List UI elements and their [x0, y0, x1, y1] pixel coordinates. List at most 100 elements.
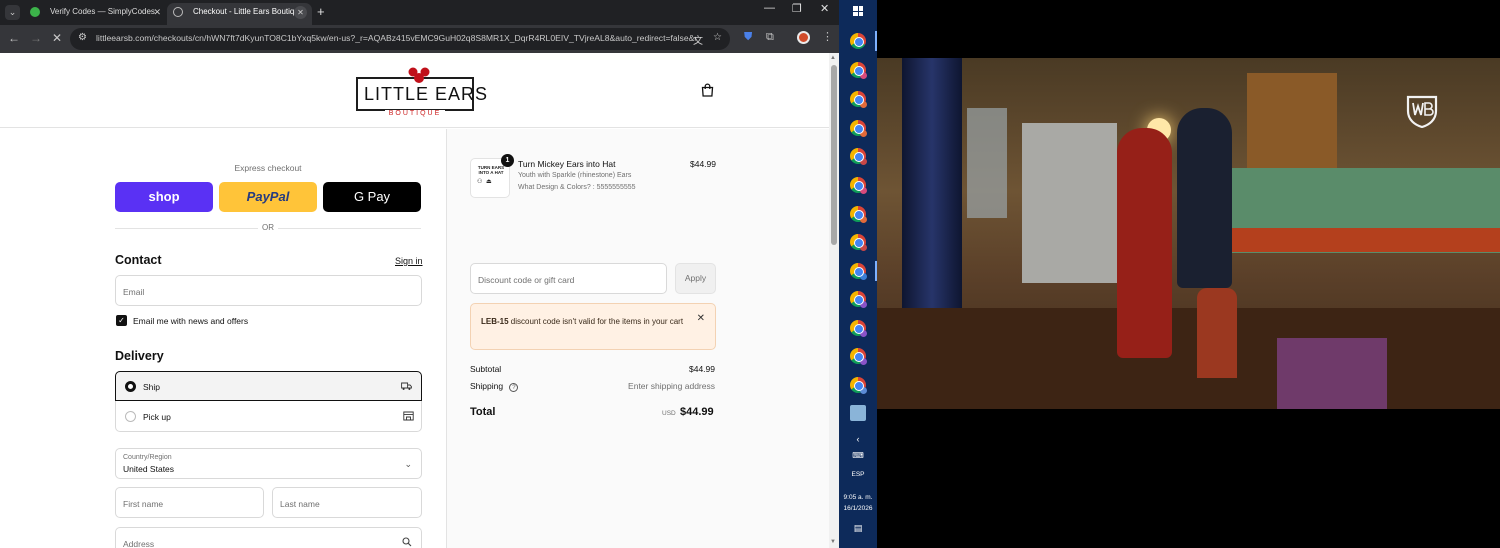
windows-taskbar: ‹ ⌨ ESP 9:05 a. m. 16/1/2026 ▤ — [839, 0, 877, 548]
video-frame[interactable] — [877, 58, 1500, 409]
scroll-down-icon[interactable]: ▼ — [830, 539, 836, 545]
radio-selected[interactable] — [125, 381, 136, 392]
tab-title: Checkout - Little Ears Boutique — [193, 7, 304, 16]
close-alert-icon[interactable]: ✕ — [697, 313, 705, 324]
paypal-button[interactable]: PayPal — [219, 182, 317, 212]
discount-placeholder: Discount code or gift card — [478, 275, 575, 285]
news-checkbox[interactable]: ✓ — [116, 315, 127, 326]
site-info-icon[interactable]: ⚙ — [78, 32, 87, 43]
first-name-field[interactable]: First name — [115, 487, 264, 518]
alert-code: LEB-15 — [481, 317, 509, 326]
chrome-profile-taskbar-icon[interactable] — [850, 348, 867, 365]
shop-pay-button[interactable]: shop — [115, 182, 213, 212]
tab-simplycodes[interactable]: Verify Codes — SimplyCodes ✕ — [24, 3, 169, 25]
forward-icon[interactable]: → — [30, 31, 42, 45]
scroll-up-icon[interactable]: ▲ — [830, 55, 836, 61]
chrome-profile-taskbar-icon[interactable] — [850, 234, 867, 251]
language-indicator[interactable]: ESP — [839, 471, 877, 478]
clock-date[interactable]: 16/1/2026 — [839, 505, 877, 512]
new-tab-icon[interactable]: + — [317, 4, 325, 20]
scene-window — [967, 108, 1007, 218]
app-taskbar-icon[interactable] — [850, 405, 866, 421]
touch-keyboard-icon[interactable]: ⌨ — [839, 451, 877, 460]
total-value: $44.99 — [680, 406, 714, 418]
extension-shield-icon[interactable]: ⛊ — [744, 31, 752, 44]
tab-checkout[interactable]: Checkout - Little Ears Boutique ✕ — [167, 3, 312, 25]
last-name-placeholder: Last name — [280, 499, 320, 509]
chrome-profile-taskbar-icon[interactable] — [850, 177, 867, 194]
contact-heading: Contact — [115, 253, 162, 267]
page-scrollbar[interactable]: ▲ ▼ — [829, 53, 839, 548]
shopping-bag-icon[interactable] — [701, 83, 714, 97]
google-pay-button[interactable]: G Pay — [323, 182, 421, 212]
help-icon[interactable]: ? — [509, 383, 519, 392]
or-separator: OR — [258, 223, 278, 232]
discount-code-field[interactable]: Discount code or gift card — [470, 263, 667, 294]
tab-strip: ⌄ Verify Codes — SimplyCodes ✕ Checkout … — [0, 0, 839, 25]
extensions-puzzle-icon[interactable]: ⧉ — [766, 31, 774, 44]
video-player[interactable] — [877, 0, 1500, 548]
stop-icon[interactable]: ✕ — [52, 31, 62, 45]
menu-kebab-icon[interactable]: ⋮ — [822, 30, 833, 43]
profile-avatar[interactable] — [797, 31, 810, 44]
chrome-profile-taskbar-icon[interactable] — [850, 62, 867, 79]
country-label: Country/Region — [123, 454, 172, 461]
chrome-profile-taskbar-icon[interactable] — [850, 320, 867, 337]
chrome-profile-taskbar-icon[interactable] — [850, 263, 867, 280]
scroll-thumb[interactable] — [831, 65, 837, 245]
scene-floor — [877, 308, 1500, 409]
ship-label: Ship — [143, 382, 161, 392]
apply-discount-button[interactable]: Apply — [675, 263, 716, 294]
shipping-value: Enter shipping address — [628, 381, 715, 391]
chrome-profile-taskbar-icon[interactable] — [850, 148, 867, 165]
express-checkout-title: Express checkout — [234, 163, 302, 173]
close-tab-icon[interactable]: ✕ — [294, 6, 307, 19]
back-icon[interactable]: ← — [8, 31, 20, 45]
country-select[interactable]: Country/Region United States ⌄ — [115, 448, 422, 479]
scene-person — [1117, 128, 1172, 358]
address-placeholder: Address — [123, 539, 155, 548]
translate-icon[interactable]: 文 — [693, 32, 703, 47]
scene-folders — [1277, 338, 1387, 409]
radio-unselected[interactable] — [125, 411, 136, 422]
sign-in-link[interactable]: Sign in — [395, 256, 423, 266]
show-hidden-icons-chevron-icon[interactable]: ‹ — [839, 434, 877, 444]
store-logo[interactable]: LITTLE EARS BOUTIQUE — [356, 67, 487, 117]
scene-person — [1177, 108, 1232, 288]
search-icon — [402, 537, 412, 547]
checkout-page: LITTLE EARS BOUTIQUE Express checkout sh… — [0, 53, 829, 548]
store-icon — [403, 411, 414, 421]
news-checkbox-label[interactable]: Email me with news and offers — [133, 316, 248, 326]
chrome-profile-taskbar-icon[interactable] — [850, 206, 867, 223]
close-window-icon[interactable]: ✕ — [820, 2, 829, 15]
alert-message: discount code isn't valid for the items … — [508, 317, 684, 326]
minimize-icon[interactable]: — — [764, 2, 775, 14]
last-name-field[interactable]: Last name — [272, 487, 422, 518]
close-tab-icon[interactable]: ✕ — [153, 3, 161, 21]
chrome-profile-taskbar-icon[interactable] — [850, 291, 867, 308]
address-field[interactable]: Address — [115, 527, 422, 548]
subtotal-value: $44.99 — [689, 364, 715, 374]
order-summary: TURN EARS INTO A HAT ⚇ ⏏ 1 Turn Mickey E… — [446, 129, 829, 548]
delivery-option-pickup[interactable]: Pick up — [116, 402, 423, 432]
email-placeholder: Email — [123, 287, 145, 297]
chrome-taskbar-icon[interactable] — [850, 33, 866, 49]
tab-search-icon[interactable]: ⌄ — [5, 5, 20, 20]
delivery-method-group: Ship Pick up — [115, 371, 422, 432]
clock-time[interactable]: 9:05 a. m. — [839, 494, 877, 501]
notifications-icon[interactable]: ▤ — [839, 523, 877, 534]
delivery-option-ship[interactable]: Ship — [115, 371, 422, 401]
url-text[interactable]: littleearsb.com/checkouts/cn/hWN7ft7dKyu… — [96, 33, 696, 43]
chrome-profile-taskbar-icon[interactable] — [850, 91, 867, 108]
restore-icon[interactable]: ❐ — [792, 2, 802, 15]
email-field[interactable]: Email — [115, 275, 422, 306]
chrome-profile-taskbar-icon[interactable] — [850, 120, 867, 137]
wb-tv-watermark-icon — [1406, 95, 1438, 128]
bookmark-star-icon[interactable]: ☆ — [713, 32, 722, 43]
address-bar[interactable]: ⚙ littleearsb.com/checkouts/cn/hWN7ft7dK… — [70, 28, 730, 50]
item-name: Turn Mickey Ears into Hat — [518, 159, 616, 169]
chrome-profile-taskbar-icon[interactable] — [850, 377, 867, 394]
subtotal-label: Subtotal — [470, 364, 502, 374]
checkout-form: Express checkout shop PayPal G Pay OR Co… — [0, 129, 446, 548]
windows-start-icon[interactable] — [853, 6, 863, 16]
